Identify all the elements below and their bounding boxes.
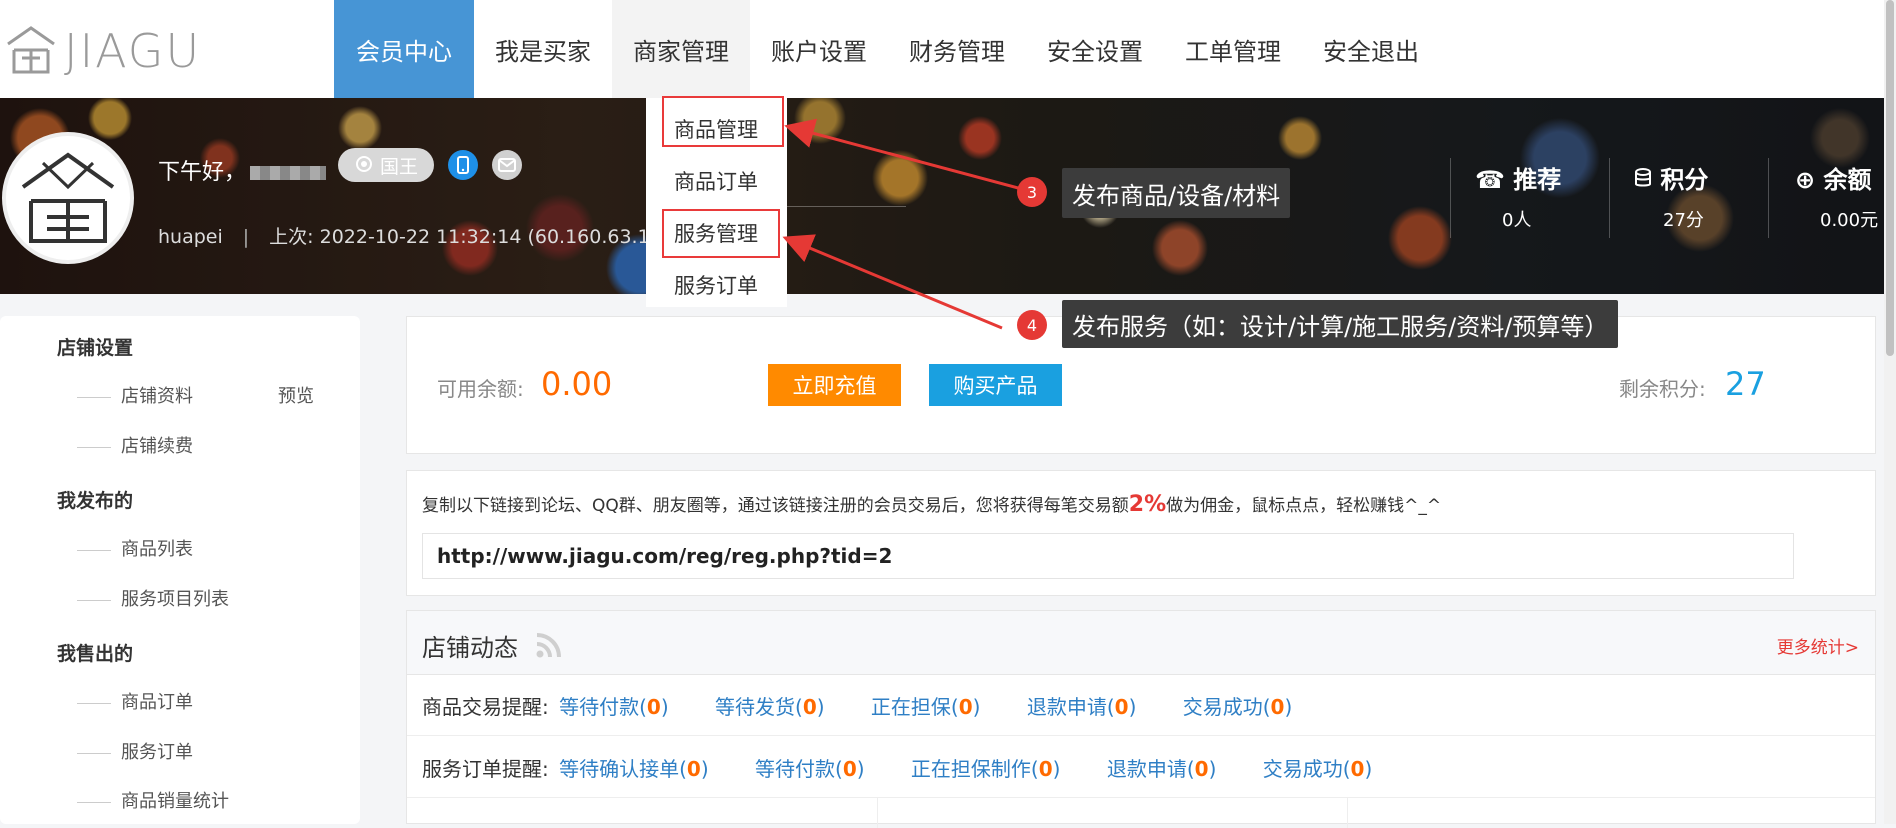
- callout-service: 发布服务（如：设计/计算/施工服务/资料/预算等）: [1062, 300, 1619, 348]
- callout-goods: 发布商品/设备/材料: [1062, 168, 1291, 218]
- arrow-to-goods: [784, 118, 1019, 190]
- arrow-to-service: [782, 234, 1003, 330]
- callout-number-4: 4: [1017, 310, 1047, 340]
- callout-number-3: 3: [1017, 177, 1047, 207]
- annotation-arrows: [782, 118, 1019, 330]
